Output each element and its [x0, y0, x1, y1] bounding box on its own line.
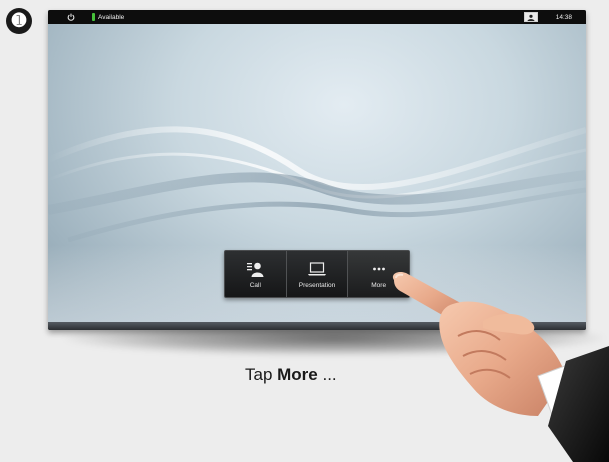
caption-suffix: ... [317, 365, 337, 384]
availability-indicator-icon [92, 13, 95, 21]
selfview-icon[interactable] [523, 12, 538, 22]
call-button[interactable]: Call [225, 251, 287, 297]
caption-prefix: Tap [245, 365, 278, 384]
call-label: Call [249, 281, 261, 289]
more-icon [372, 260, 386, 278]
instruction-caption: Tap More ... [245, 365, 337, 385]
laptop-icon [307, 260, 327, 278]
more-label: More [371, 281, 387, 289]
caption-emphasis: More [277, 365, 318, 384]
presentation-label: Presentation [298, 281, 336, 289]
softkey-bar: Call Presentation More [224, 250, 410, 298]
status-bar: Available 14:38 [48, 10, 586, 24]
power-icon[interactable] [64, 10, 78, 24]
call-icon [246, 260, 264, 278]
clock: 14:38 [555, 13, 572, 21]
pointing-hand-icon [392, 271, 609, 462]
availability-status[interactable]: Available [98, 14, 124, 21]
step-number-badge: ➊ [6, 8, 32, 34]
presentation-button[interactable]: Presentation [287, 251, 349, 297]
